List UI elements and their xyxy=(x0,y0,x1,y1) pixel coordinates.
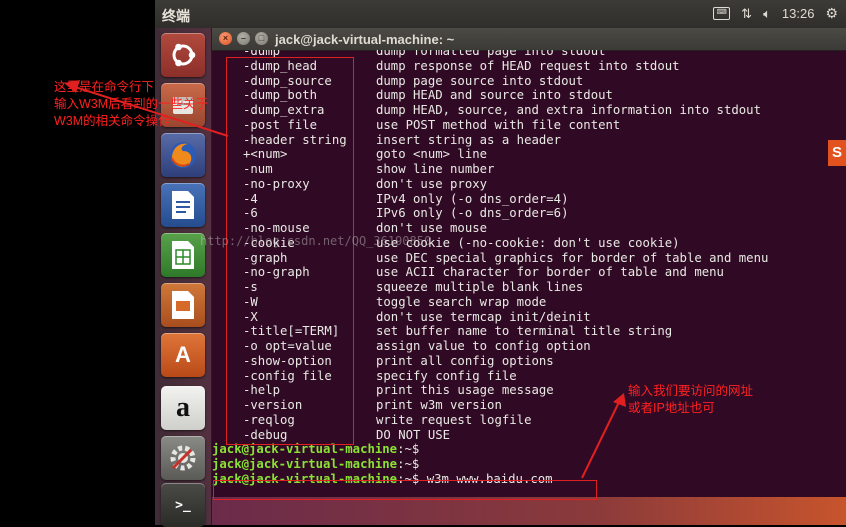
right-arrow-head xyxy=(613,393,626,407)
left-arrow xyxy=(71,85,229,137)
right-arrow xyxy=(581,399,621,479)
left-arrow-head xyxy=(64,80,80,93)
annotation-arrows xyxy=(64,80,626,479)
